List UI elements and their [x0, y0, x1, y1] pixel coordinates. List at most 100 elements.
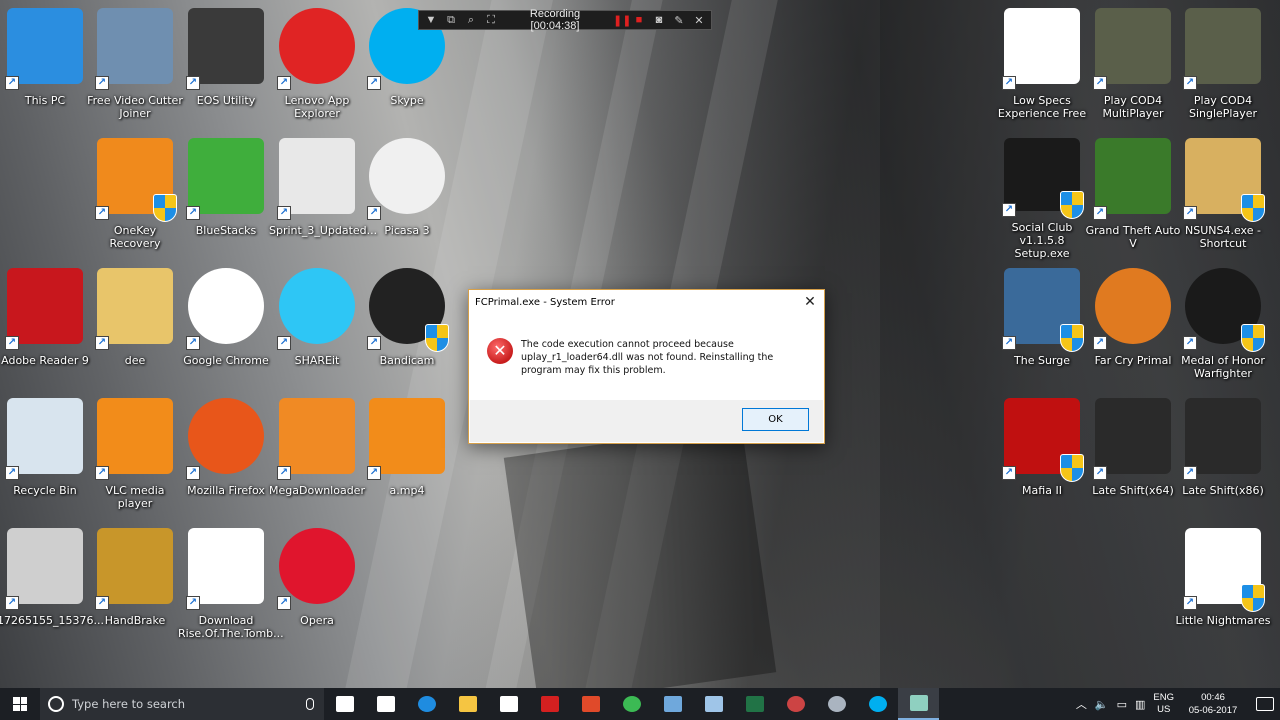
desktop-icon-image-thumbnail[interactable]: ↗ 17265155_15376...: [0, 524, 104, 650]
record-icon: ↗: [367, 268, 449, 352]
microphone-icon[interactable]: [306, 698, 314, 710]
desktop-icon-naruto-leaf[interactable]: ↗ NSUNS4.exe - Shortcut: [1178, 134, 1268, 260]
desktop-icon-label: MegaDownloader: [269, 484, 365, 497]
desktop-icon-label: 17265155_15376...: [0, 614, 104, 627]
taskbar-notepad-button[interactable]: [693, 688, 734, 720]
edge-file-icon: ↗: [186, 528, 264, 610]
uac-shield-icon: [1241, 584, 1265, 612]
eye-icon: ↗: [1183, 528, 1265, 612]
desktop-icon-lse-logo[interactable]: ↗ Low Specs Experience Free: [997, 4, 1087, 130]
battery-icon[interactable]: ▭: [1117, 698, 1127, 711]
desktop-icon-firefox[interactable]: ↗ Mozilla Firefox: [181, 394, 271, 520]
shareit-icon: ↗: [277, 268, 355, 350]
taskbar-video-editor-button[interactable]: [652, 688, 693, 720]
desktop-icon-shareit[interactable]: ↗ SHAREit: [272, 264, 362, 390]
uac-shield-icon: [1241, 324, 1265, 352]
desktop-icon-vlc-cone[interactable]: ↗ VLC media player: [90, 394, 180, 520]
desktop-icon-record[interactable]: ↗ Bandicam: [362, 264, 452, 390]
recording-toolbar: ▼ ⧉ ⌕ ⛶ Recording [00:04:38] ❚❚ ■ ◙ ✎ ✕: [418, 8, 712, 32]
ok-button[interactable]: OK: [742, 408, 809, 431]
desktop-icon-eye[interactable]: ↗ Little Nightmares: [1176, 524, 1270, 650]
fullscreen-icon[interactable]: ⛶: [485, 14, 497, 27]
desktop-icon-camera[interactable]: ↗ EOS Utility: [181, 4, 271, 130]
window-mode-icon[interactable]: ⧉: [445, 14, 457, 27]
desktop-icon-label: Mafia II: [1022, 484, 1062, 497]
taskbar-active-window-button[interactable]: [898, 688, 939, 720]
desktop-icon-layers[interactable]: ↗ BlueStacks: [181, 134, 271, 260]
taskbar-search[interactable]: Type here to search: [40, 688, 324, 720]
surge-icon: ↗: [1002, 268, 1084, 352]
desktop-icon-label: Recycle Bin: [13, 484, 77, 497]
desktop-icon-recycle-bin[interactable]: ↗ Recycle Bin: [0, 394, 90, 520]
taskbar-game-button[interactable]: [775, 688, 816, 720]
desktop-icon-edge-file[interactable]: ↗ Download Rise.Of.The.Tomb...: [178, 524, 284, 650]
desktop-icon-download-arrow[interactable]: ↗ OneKey Recovery: [90, 134, 180, 260]
excel-file-icon: ↗: [277, 138, 355, 220]
desktop-icon-pineapple[interactable]: ↗ HandBrake: [90, 524, 180, 650]
desktop-icon-opera[interactable]: ↗ Opera: [272, 524, 362, 650]
uac-shield-icon: [1060, 454, 1084, 482]
volume-icon[interactable]: 🔈: [1095, 698, 1109, 711]
far-cry-primal-icon: ↗: [1093, 268, 1171, 350]
taskbar-excel-button[interactable]: [734, 688, 775, 720]
screenshot-icon[interactable]: ◙: [653, 14, 665, 26]
desktop-icon-surge[interactable]: ↗ The Surge: [997, 264, 1087, 390]
taskbar-file-explorer-button[interactable]: [447, 688, 488, 720]
dialog-message: The code execution cannot proceed becaus…: [521, 339, 774, 376]
desktop-icon-compass[interactable]: ↗ Lenovo App Explorer: [272, 4, 362, 130]
stop-icon[interactable]: ■: [633, 14, 645, 26]
desktop-icon-label: Low Specs Experience Free: [997, 94, 1087, 120]
uac-shield-icon: [153, 194, 177, 222]
dialog-close-button[interactable]: ✕: [802, 294, 818, 310]
taskbar-mail-button[interactable]: [365, 688, 406, 720]
desktop-icon-computer[interactable]: ↗ This PC: [0, 4, 90, 130]
taskbar-pdf-reader-button[interactable]: [570, 688, 611, 720]
mail-icon: [376, 696, 395, 712]
system-error-dialog: FCPrimal.exe - System Error ✕ ✕ The code…: [468, 289, 825, 444]
desktop-icon-social-club[interactable]: ↗ Social Club v1.1.5.8 Setup.exe: [997, 134, 1087, 260]
naruto-leaf-icon: ↗: [1183, 138, 1265, 222]
desktop-icon-vlc-cone[interactable]: ↗ a.mp4: [362, 394, 452, 520]
shortcut-arrow-icon: ↗: [186, 466, 200, 480]
desktop-icon-picasa[interactable]: ↗ Picasa 3: [362, 134, 452, 260]
desktop-icon-cod4[interactable]: ↗ Play COD4 MultiPlayer: [1088, 4, 1178, 130]
zoom-icon[interactable]: ⌕: [465, 14, 477, 27]
pencil-icon[interactable]: ✎: [673, 14, 685, 27]
desktop-icon-excel-file[interactable]: ↗ Sprint_3_Updated...: [269, 134, 377, 260]
desktop-icon-folder[interactable]: ↗ dee: [90, 264, 180, 390]
desktop-icon-late-shift[interactable]: ↗ Late Shift(x86): [1178, 394, 1268, 520]
close-icon[interactable]: ✕: [693, 14, 705, 27]
pdf-icon: ↗: [5, 268, 83, 350]
taskbar-network-tool-button[interactable]: [816, 688, 857, 720]
desktop-icon-scissors[interactable]: ↗ Free Video Cutter Joiner: [87, 4, 183, 130]
language-indicator[interactable]: ENG US: [1153, 692, 1174, 716]
pause-icon[interactable]: ❚❚: [613, 14, 631, 27]
desktop-icon-gta-v[interactable]: ↗ Grand Theft Auto V: [1086, 134, 1180, 260]
desktop-icon-moh[interactable]: ↗ Medal of Honor Warfighter: [1178, 264, 1268, 390]
desktop-icon-far-cry-primal[interactable]: ↗ Far Cry Primal: [1088, 264, 1178, 390]
desktop-icon-pdf[interactable]: ↗ Adobe Reader 9: [0, 264, 90, 390]
taskbar-chrome-button[interactable]: [611, 688, 652, 720]
desktop-icon-cloud-m[interactable]: ↗ MegaDownloader: [269, 394, 365, 520]
taskbar-store-button[interactable]: [488, 688, 529, 720]
taskbar-task-view-button[interactable]: [324, 688, 365, 720]
network-icon[interactable]: ▥: [1135, 698, 1145, 711]
clock[interactable]: 00:46 05-06-2017: [1182, 691, 1244, 717]
start-button[interactable]: [0, 688, 40, 720]
taskbar-reader-button[interactable]: [529, 688, 570, 720]
clock-date: 05-06-2017: [1188, 705, 1238, 716]
dropdown-arrow-icon[interactable]: ▼: [425, 14, 437, 26]
desktop-icon-cod4[interactable]: ↗ Play COD4 SinglePlayer: [1178, 4, 1268, 130]
desktop-icon-chrome[interactable]: ↗ Google Chrome: [181, 264, 271, 390]
desktop-icon-mafia[interactable]: ↗ Mafia II: [997, 394, 1087, 520]
taskbar-edge-button[interactable]: [406, 688, 447, 720]
taskbar-skype-button[interactable]: [857, 688, 898, 720]
chevron-up-icon[interactable]: ︿: [1076, 696, 1087, 712]
desktop-icon-late-shift[interactable]: ↗ Late Shift(x64): [1088, 394, 1178, 520]
late-shift-icon: ↗: [1093, 398, 1171, 480]
dialog-title: FCPrimal.exe - System Error: [475, 296, 615, 308]
action-center-icon[interactable]: [1256, 697, 1274, 711]
shortcut-arrow-icon: ↗: [1093, 466, 1107, 480]
windows-logo-icon: [13, 697, 27, 711]
shortcut-arrow-icon: ↗: [5, 76, 19, 90]
